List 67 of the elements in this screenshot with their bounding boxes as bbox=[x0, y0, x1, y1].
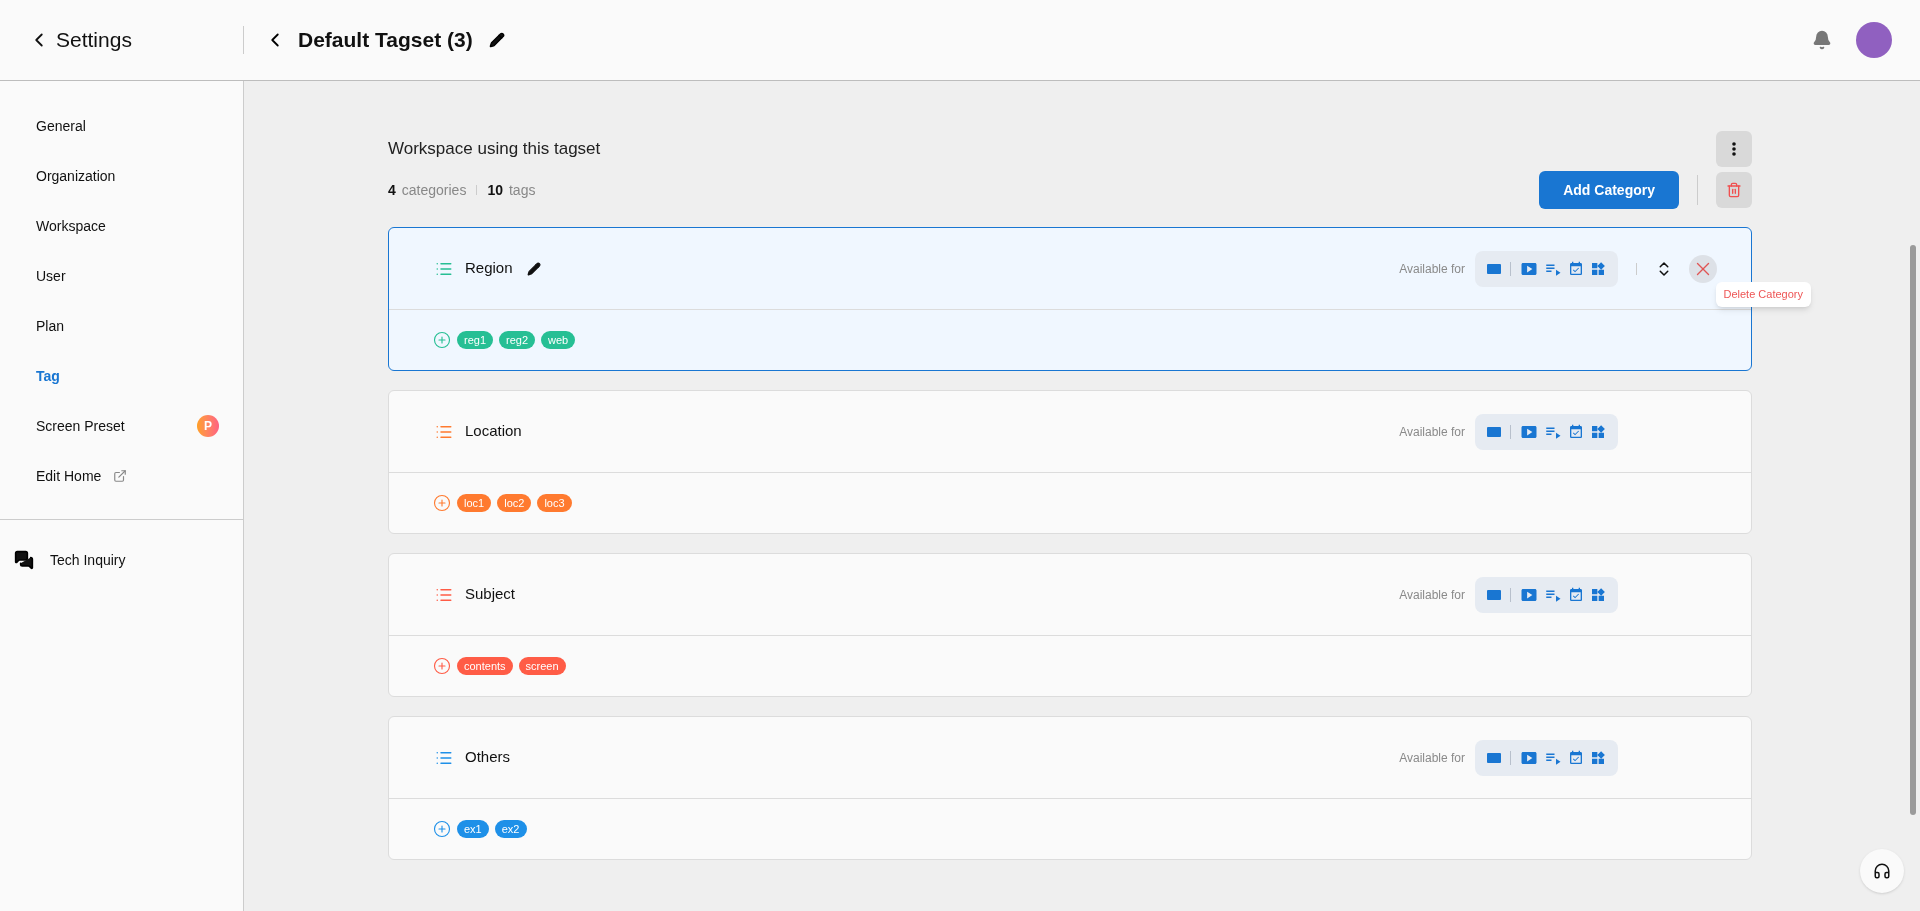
delete-category-tooltip: Delete Category bbox=[1715, 282, 1811, 307]
back-to-settings-button[interactable]: Settings bbox=[28, 24, 132, 56]
tag-chip[interactable]: screen bbox=[518, 656, 566, 676]
category-name: Subject bbox=[465, 584, 516, 605]
category-name: Region bbox=[465, 258, 513, 279]
edit-icon[interactable] bbox=[526, 261, 541, 276]
category-count: 4 bbox=[388, 180, 396, 200]
calendar-icon[interactable] bbox=[1568, 260, 1584, 277]
sidebar-item[interactable]: Edit Home bbox=[36, 465, 102, 487]
tag-chip[interactable]: ex1 bbox=[457, 819, 489, 839]
add-tag-icon[interactable] bbox=[433, 331, 451, 349]
more-icon bbox=[1732, 142, 1736, 156]
delete-button[interactable] bbox=[1716, 172, 1752, 208]
category-name: Others bbox=[465, 747, 510, 768]
add-tag-icon[interactable] bbox=[433, 494, 451, 512]
tag-chip[interactable]: ex2 bbox=[494, 819, 527, 839]
available-for-label: Available for bbox=[1399, 260, 1465, 278]
sidebar-item[interactable]: User bbox=[36, 265, 66, 287]
sidebar-item[interactable]: General bbox=[36, 115, 86, 137]
tag-label: tags bbox=[508, 180, 536, 200]
widgets-icon[interactable] bbox=[1590, 423, 1606, 440]
widgets-icon[interactable] bbox=[1590, 749, 1606, 766]
available-for-label: Available for bbox=[1399, 749, 1465, 767]
available-for-label: Available for bbox=[1399, 423, 1465, 441]
add-category-button[interactable]: Add Category bbox=[1539, 171, 1679, 209]
premium-badge: P bbox=[197, 415, 219, 437]
widgets-icon[interactable] bbox=[1590, 260, 1606, 277]
tag-chip[interactable]: loc2 bbox=[497, 493, 532, 513]
notification-icon[interactable] bbox=[1812, 30, 1832, 50]
calendar-icon[interactable] bbox=[1568, 586, 1584, 603]
scrollbar[interactable] bbox=[1910, 245, 1916, 815]
available-for-label: Available for bbox=[1399, 586, 1465, 604]
avatar[interactable] bbox=[1856, 22, 1892, 58]
calendar-icon[interactable] bbox=[1568, 423, 1584, 440]
edit-icon[interactable] bbox=[488, 32, 505, 48]
add-tag-icon[interactable] bbox=[433, 657, 451, 675]
external-link-icon bbox=[113, 469, 128, 483]
widgets-icon[interactable] bbox=[1590, 586, 1606, 603]
tech-inquiry-link[interactable]: Tech Inquiry bbox=[50, 549, 126, 571]
screen-icon[interactable] bbox=[1487, 752, 1501, 763]
tag-chip[interactable]: reg2 bbox=[499, 330, 536, 350]
tag-count: 10 bbox=[487, 180, 503, 200]
delete-category-button[interactable] bbox=[1689, 254, 1717, 283]
sidebar-item[interactable]: Organization bbox=[36, 165, 116, 187]
tag-chip[interactable]: reg1 bbox=[457, 330, 494, 350]
calendar-icon[interactable] bbox=[1568, 749, 1584, 766]
screen-icon[interactable] bbox=[1487, 263, 1501, 274]
category-name: Location bbox=[465, 421, 522, 442]
headset-icon bbox=[1873, 862, 1891, 880]
category-label: categories bbox=[401, 180, 467, 200]
tag-chip[interactable]: loc1 bbox=[457, 493, 492, 513]
sidebar-item[interactable]: Tag bbox=[36, 365, 60, 387]
screen-icon[interactable] bbox=[1487, 589, 1501, 600]
screen-icon[interactable] bbox=[1487, 426, 1501, 437]
sidebar-item[interactable]: Screen Preset bbox=[36, 415, 125, 437]
tag-chip[interactable]: web bbox=[541, 330, 576, 350]
page-title: Default Tagset (3) bbox=[298, 27, 473, 54]
add-tag-icon[interactable] bbox=[433, 820, 451, 838]
tag-chip[interactable]: contents bbox=[457, 656, 513, 676]
section-title: Workspace using this tagset bbox=[388, 138, 601, 161]
trash-icon bbox=[1726, 182, 1742, 198]
tag-chip[interactable]: loc3 bbox=[537, 493, 572, 513]
chat-icon bbox=[14, 550, 34, 570]
sidebar-item[interactable]: Workspace bbox=[36, 215, 106, 237]
more-button[interactable] bbox=[1716, 131, 1752, 167]
support-button[interactable] bbox=[1860, 849, 1904, 893]
sidebar-item[interactable]: Plan bbox=[36, 315, 65, 337]
